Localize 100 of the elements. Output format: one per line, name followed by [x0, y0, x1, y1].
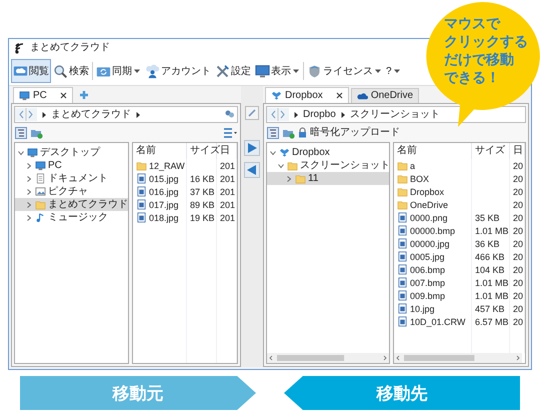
window-title: まとめてクラウド — [30, 42, 110, 54]
people-icon[interactable] — [224, 109, 235, 120]
chevron-right-icon — [40, 110, 48, 118]
file-name-cell[interactable]: BOX — [394, 172, 472, 185]
file-name-cell[interactable]: OneDrive — [394, 198, 472, 211]
image-file-icon — [136, 212, 147, 223]
monitor-icon — [35, 160, 46, 171]
move-left-button[interactable] — [244, 162, 260, 178]
tree-item[interactable]: デスクトップ — [15, 146, 128, 159]
file-date: 20 — [513, 302, 524, 314]
close-icon[interactable] — [336, 92, 343, 99]
file-size: 37 KB — [190, 186, 215, 198]
toolbar-button[interactable]: ライセンス — [305, 59, 384, 83]
file-name-cell[interactable]: a — [394, 159, 472, 172]
encrypted-upload-button[interactable]: 暗号化アップロード — [310, 126, 400, 138]
file-size: 1.01 MB — [475, 276, 509, 288]
file-name-cell[interactable]: 10D_01.CRW — [394, 315, 472, 328]
file-name-cell[interactable]: 015.jpg — [133, 172, 187, 185]
file-date: 20 — [513, 264, 524, 276]
file-date: 20 — [513, 160, 524, 172]
file-name-cell[interactable]: 0000.png — [394, 211, 472, 224]
horizontal-scrollbar[interactable] — [267, 353, 389, 363]
file-size: 35 KB — [475, 212, 500, 224]
tab[interactable]: OneDrive — [350, 88, 420, 103]
file-date: 201 — [220, 172, 236, 184]
column-header[interactable]: 名前 — [394, 143, 472, 159]
back-forward-icon[interactable] — [15, 108, 37, 121]
add-tab-icon[interactable] — [78, 90, 89, 100]
column-header[interactable]: 日 — [510, 143, 525, 159]
column-header[interactable]: サイズ — [472, 143, 510, 159]
file-date: 20 — [513, 224, 524, 236]
file-name-cell[interactable]: 018.jpg — [133, 211, 187, 224]
document-icon — [35, 173, 46, 184]
close-icon[interactable] — [60, 92, 67, 99]
back-forward-icon[interactable] — [267, 108, 289, 121]
app-logo-icon — [14, 42, 26, 54]
file-name-cell[interactable]: 10.jpg — [394, 302, 472, 315]
dropbox-icon — [271, 90, 282, 101]
toolbar-button[interactable]: 同期 — [94, 59, 143, 83]
tab[interactable]: Dropbox — [265, 87, 349, 103]
file-name-cell[interactable]: 009.bmp — [394, 289, 472, 302]
chevron-right-icon — [285, 174, 293, 182]
toolbar-button[interactable]: ? — [384, 59, 403, 83]
direction-banner: 移動先 — [284, 376, 520, 410]
search-icon — [53, 64, 68, 78]
image-file-icon — [397, 277, 408, 288]
file-date: 20 — [513, 186, 524, 198]
file-date: 20 — [513, 212, 524, 224]
tree-item[interactable]: Dropbox — [267, 146, 389, 159]
file-name-cell[interactable]: 017.jpg — [133, 198, 187, 211]
tree-item[interactable]: スクリーンショット — [267, 159, 389, 172]
tree-item[interactable]: 11 — [267, 172, 389, 185]
file-name-cell[interactable]: 016.jpg — [133, 185, 187, 198]
tree-item[interactable]: ピクチャ — [15, 185, 128, 198]
file-name-cell[interactable]: 00000.jpg — [394, 237, 472, 250]
file-date: 201 — [220, 160, 236, 172]
horizontal-scrollbar[interactable] — [394, 353, 522, 363]
column-header[interactable]: 名前 — [133, 143, 187, 159]
tab[interactable]: PC — [13, 87, 73, 103]
chevron-down-icon — [17, 148, 25, 156]
file-size: 1.01 MB — [475, 290, 509, 302]
tree-item[interactable]: PC — [15, 159, 128, 172]
folder-icon — [397, 186, 408, 197]
tree-item[interactable]: まとめてクラウド — [15, 198, 128, 211]
folder-icon — [136, 160, 147, 171]
file-name-cell[interactable]: Dropbox — [394, 185, 472, 198]
file-name-cell[interactable]: 12_RAW — [133, 159, 187, 172]
chevron-right-icon — [292, 110, 300, 118]
folder-icon — [295, 173, 306, 184]
image-file-icon — [397, 290, 408, 301]
chevron-right-icon — [338, 110, 347, 118]
file-size: 104 KB — [475, 264, 505, 276]
file-name-cell[interactable]: 0005.jpg — [394, 250, 472, 263]
link-icon[interactable] — [245, 106, 259, 120]
toolbar-button[interactable]: アカウント — [143, 59, 213, 83]
toolbar-button[interactable]: 検索 — [51, 59, 91, 83]
image-file-icon — [136, 186, 147, 197]
image-file-icon — [397, 316, 408, 327]
tree-view-icon[interactable] — [15, 126, 27, 138]
toolbar-button[interactable]: 設定 — [213, 59, 253, 83]
tree-item[interactable]: ミュージック — [15, 211, 128, 224]
folder-icon — [397, 173, 408, 184]
monitor-icon — [255, 64, 270, 78]
account-icon — [145, 64, 160, 78]
tree-view-icon[interactable] — [267, 126, 279, 138]
breadcrumb[interactable]: スクリーンショット — [350, 108, 440, 120]
toolbar-button[interactable]: 表示 — [253, 59, 302, 83]
breadcrumb[interactable]: Dropbo — [303, 108, 336, 120]
tree-item[interactable]: ドキュメント — [15, 172, 128, 185]
move-right-button[interactable] — [244, 140, 260, 156]
file-size: 6.57 MB — [475, 316, 509, 328]
file-name-cell[interactable]: 007.bmp — [394, 276, 472, 289]
file-name-cell[interactable]: 00000.bmp — [394, 224, 472, 237]
file-name-cell[interactable]: 006.bmp — [394, 263, 472, 276]
image-file-icon — [397, 303, 408, 314]
caret-icon — [133, 67, 141, 75]
list-view-icon[interactable] — [223, 128, 237, 138]
toolbar-button[interactable]: 閲覧 — [11, 59, 51, 83]
image-file-icon — [397, 225, 408, 236]
picture-icon — [35, 186, 46, 197]
